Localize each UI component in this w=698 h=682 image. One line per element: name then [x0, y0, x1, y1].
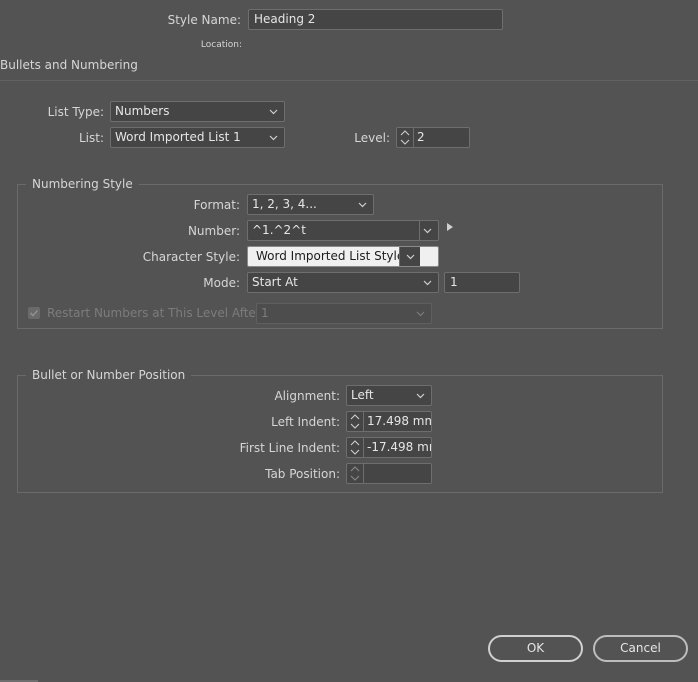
stepper-arrows[interactable]: [347, 412, 364, 431]
format-label: Format:: [193, 198, 240, 212]
left-indent-label: Left Indent:: [271, 415, 340, 429]
restart-level-dropdown[interactable]: 1: [256, 303, 432, 324]
first-line-indent-label: First Line Indent:: [239, 441, 340, 455]
chevron-down-icon: [416, 311, 425, 317]
stepper-arrows[interactable]: [347, 438, 364, 457]
style-name-label: Style Name:: [167, 13, 241, 27]
character-style-label: Character Style:: [142, 250, 240, 264]
number-label: Number:: [187, 224, 240, 238]
format-dropdown[interactable]: 1, 2, 3, 4...: [247, 194, 374, 215]
level-value: 2: [417, 130, 425, 144]
first-line-indent-value: -17.498 mm: [367, 440, 431, 454]
location-label: Location:: [200, 40, 242, 50]
format-value: 1, 2, 3, 4...: [252, 197, 317, 211]
section-title: Bullets and Numbering: [0, 58, 138, 72]
first-line-indent-stepper[interactable]: -17.498 mm: [346, 437, 432, 458]
level-label: Level:: [354, 131, 390, 145]
chevron-down-icon: [406, 254, 415, 260]
chevron-down-icon: [358, 202, 367, 208]
character-style-dropdown[interactable]: Word Imported List Style1: [247, 246, 439, 267]
list-label: List:: [78, 131, 104, 145]
cancel-button[interactable]: Cancel: [593, 635, 688, 662]
tab-position-stepper[interactable]: [346, 463, 432, 484]
left-indent-stepper[interactable]: 17.498 mm: [346, 411, 432, 432]
checkmark-icon: [29, 309, 39, 317]
list-value: Word Imported List 1: [115, 130, 241, 144]
restart-checkbox[interactable]: [28, 307, 40, 319]
tab-position-label: Tab Position:: [265, 467, 340, 481]
alignment-value: Left: [351, 388, 374, 402]
position-title: Bullet or Number Position: [26, 367, 192, 383]
stepper-arrows-icon: [400, 130, 410, 145]
stepper-arrows-icon: [350, 466, 360, 481]
stepper-arrows-icon: [350, 414, 360, 429]
alignment-dropdown[interactable]: Left: [346, 385, 432, 406]
number-divider: [419, 221, 420, 240]
restart-label: Restart Numbers at This Level After:: [47, 306, 265, 320]
mode-value: Start At: [252, 275, 298, 289]
list-type-dropdown[interactable]: Numbers: [110, 101, 285, 122]
chevron-down-icon: [423, 280, 432, 286]
stepper-arrows[interactable]: [347, 464, 364, 483]
mode-label: Mode:: [203, 276, 240, 290]
restart-level-value: 1: [261, 306, 269, 320]
number-value: ^1.^2^t: [252, 223, 306, 237]
number-field[interactable]: ^1.^2^t: [247, 220, 439, 241]
chevron-down-icon: [269, 135, 278, 141]
chevron-down-icon: [416, 393, 425, 399]
list-type-value: Numbers: [115, 104, 170, 118]
left-indent-value: 17.498 mm: [367, 414, 432, 428]
start-at-input[interactable]: 1: [444, 272, 520, 293]
mode-dropdown[interactable]: Start At: [247, 272, 439, 293]
alignment-label: Alignment:: [274, 389, 340, 403]
position-group: [17, 375, 663, 493]
list-dropdown[interactable]: Word Imported List 1: [110, 127, 285, 148]
section-divider: [0, 80, 698, 81]
insert-special-character-icon[interactable]: [446, 222, 454, 232]
stepper-arrows-icon: [350, 440, 360, 455]
chevron-down-icon: [423, 228, 432, 234]
character-style-value: Word Imported List Style1: [256, 249, 412, 263]
level-stepper[interactable]: 2: [396, 127, 470, 148]
list-type-label: List Type:: [47, 105, 104, 119]
character-style-button[interactable]: [399, 247, 420, 266]
style-name-input[interactable]: Heading 2: [248, 9, 503, 30]
numbering-style-title: Numbering Style: [26, 176, 139, 192]
stepper-arrows[interactable]: [397, 128, 414, 147]
ok-button[interactable]: OK: [488, 635, 583, 662]
chevron-down-icon: [269, 109, 278, 115]
